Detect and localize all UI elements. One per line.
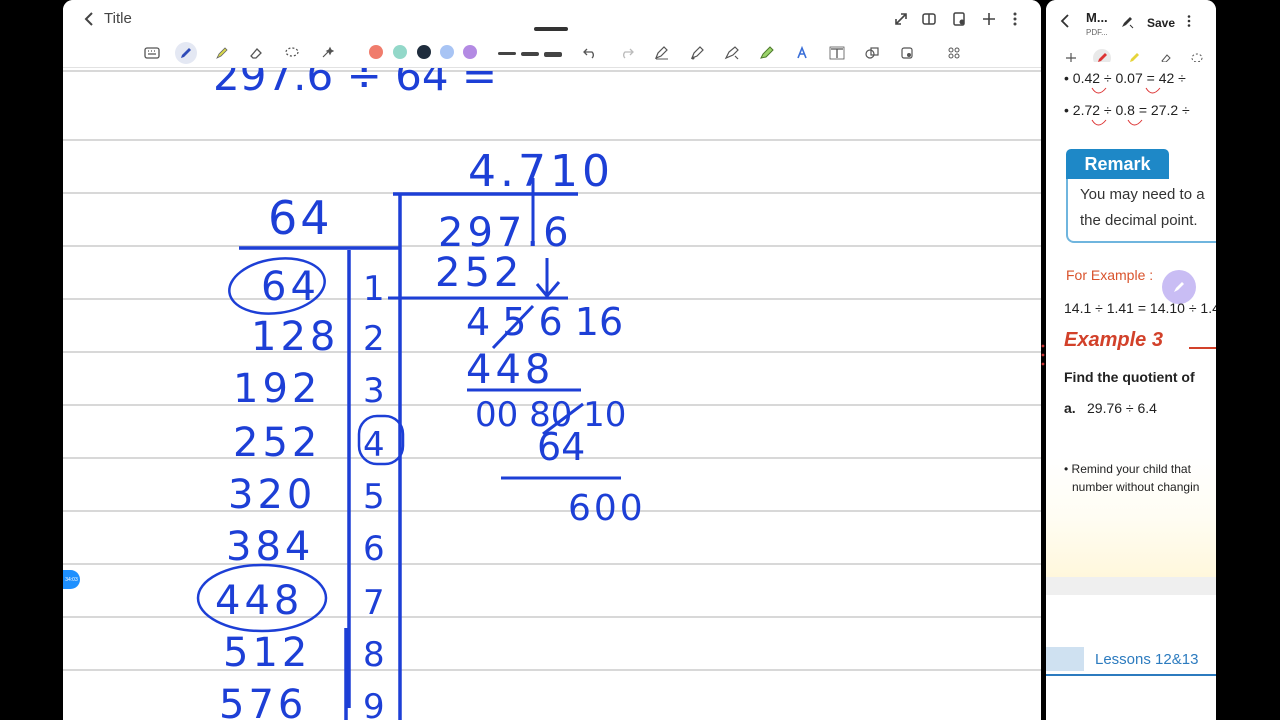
notes-window: Title 297.6 ÷ 64 = 4.710 64 297.6 252 4 …: [63, 0, 1041, 720]
ink-multiplier-7: 7: [363, 583, 385, 623]
ink-step-1: 252: [435, 250, 523, 296]
lessons-block: [1046, 647, 1084, 671]
handwriting-layer: 297.6 ÷ 64 = 4.710 64 297.6 252 4 5 6 16: [196, 68, 646, 720]
window-drag-handle[interactable]: [534, 27, 568, 31]
note-title[interactable]: Title: [104, 10, 132, 27]
remind-line-2: number without changin: [1072, 480, 1200, 494]
screen: Title 297.6 ÷ 64 = 4.710 64 297.6 252 4 …: [0, 0, 1280, 720]
remark-line-1: You may need to a: [1080, 186, 1205, 203]
ink-step-2: 4 5 6 16: [466, 300, 623, 344]
part-a-label: a.: [1064, 400, 1076, 416]
ink-divisor: 64: [268, 191, 333, 245]
note-canvas[interactable]: 297.6 ÷ 64 = 4.710 64 297.6 252 4 5 6 16: [63, 68, 1041, 720]
ink-multiples-table: 64 1128 2192 3252 4320 5384 6448 7512 8576 9: [215, 264, 385, 720]
pdf-page[interactable]: • 0.42 ÷ 0.07 = 42 ÷ • 2.72 ÷ 0.8 = 27.2…: [1046, 62, 1216, 720]
pdf-decimal-arrows: [1091, 87, 1161, 126]
remark-line-2: the decimal point.: [1080, 212, 1198, 229]
expand-icon[interactable]: [891, 9, 911, 29]
floating-pen-icon[interactable]: [1162, 270, 1196, 304]
image-insert-icon[interactable]: [896, 42, 918, 64]
notes-title-bar: Title: [63, 0, 1041, 38]
find-quotient-text: Find the quotient of: [1064, 369, 1195, 385]
undo-icon[interactable]: [579, 42, 601, 64]
lessons-label: Lessons 12&13: [1095, 651, 1199, 668]
pdf-subtitle: PDF...: [1086, 28, 1108, 37]
ink-multiplier-9: 9: [363, 687, 385, 720]
remark-tag: Remark: [1066, 149, 1169, 179]
ink-multiplier-5: 5: [363, 477, 385, 517]
ink-multiple-6: 384: [226, 524, 314, 570]
for-example-label: For Example :: [1066, 267, 1154, 283]
book-view-icon[interactable]: [919, 9, 939, 29]
ink-multiple-8: 512: [223, 630, 311, 676]
stroke-thin[interactable]: [498, 52, 516, 55]
stroke-thick[interactable]: [544, 52, 562, 57]
example-heading: Example 3: [1064, 329, 1163, 351]
ink-quotient: 4.710: [468, 146, 614, 197]
ink-equation: 297.6 ÷ 64 =: [213, 68, 497, 100]
drawing-toolbar: [63, 38, 1041, 68]
calligraphy-pen-icon[interactable]: [721, 42, 743, 64]
redo-icon[interactable]: [616, 42, 638, 64]
green-highlighter-icon[interactable]: [756, 42, 778, 64]
shape-pen-icon[interactable]: [686, 42, 708, 64]
keyboard-icon[interactable]: [141, 42, 163, 64]
pen-annotate-icon[interactable]: [1120, 15, 1134, 32]
ink-multiple-4: 252: [233, 420, 321, 466]
lessons-rule: [1046, 674, 1216, 676]
ink-step-3: 448: [466, 347, 554, 393]
eraser-icon[interactable]: [245, 42, 267, 64]
back-arrow-icon[interactable]: [79, 8, 99, 30]
ink-multiple-2: 128: [251, 314, 339, 360]
stroke-medium[interactable]: [521, 52, 539, 56]
pen-settings-icon[interactable]: [651, 42, 673, 64]
magic-icon[interactable]: [316, 42, 338, 64]
part-a-problem: 29.76 ÷ 6.4: [1087, 400, 1157, 416]
ink-multiplier-3: 3: [363, 371, 385, 411]
color-swatch-purple[interactable]: [463, 45, 477, 59]
ink-step-5: 64: [537, 425, 585, 469]
save-button[interactable]: Save: [1147, 16, 1175, 30]
color-swatch-navy[interactable]: [417, 45, 431, 59]
highlighter-icon[interactable]: [211, 42, 233, 64]
lasso-icon[interactable]: [281, 42, 303, 64]
ink-multiple-7: 448: [215, 578, 303, 624]
ink-multiplier-2: 2: [363, 319, 385, 359]
apps-grid-icon[interactable]: [943, 42, 965, 64]
ink-multiplier-6: 6: [363, 529, 385, 569]
color-swatch-coral[interactable]: [369, 45, 383, 59]
pdf-header: M... PDF... Save: [1046, 0, 1216, 46]
pdf-title[interactable]: M...: [1086, 10, 1108, 25]
pen-icon[interactable]: [175, 42, 197, 64]
text-style-icon[interactable]: [791, 42, 813, 64]
back-arrow-icon[interactable]: [1060, 14, 1070, 33]
text-box-icon[interactable]: [826, 42, 848, 64]
more-options-icon[interactable]: [1186, 14, 1192, 31]
pdf-example-equation: 14.1 ÷ 1.41 = 14.10 ÷ 1.4: [1064, 300, 1216, 316]
color-swatch-mint[interactable]: [393, 45, 407, 59]
ink-multiple-3: 192: [233, 366, 321, 412]
ink-multiple-5: 320: [228, 472, 316, 518]
heading-rule: [1189, 347, 1216, 349]
ink-multiplier-8: 8: [363, 635, 385, 675]
ink-remainder: 600: [568, 488, 646, 529]
remind-line-1: • Remind your child that: [1064, 462, 1191, 476]
color-swatch-light-blue[interactable]: [440, 45, 454, 59]
pdf-side-panel: M... PDF... Save • 0.42 ÷ 0.07 = 42 ÷ • …: [1046, 0, 1216, 720]
add-icon[interactable]: [979, 9, 999, 29]
page-settings-icon[interactable]: [949, 9, 969, 29]
shapes-icon[interactable]: [861, 42, 883, 64]
ink-multiplier-1: 1: [363, 269, 385, 309]
page-gap: [1046, 577, 1216, 595]
more-options-icon[interactable]: [1005, 9, 1025, 29]
ink-multiple-9: 576: [219, 682, 307, 720]
lessons-footer: Lessons 12&13: [1046, 647, 1216, 676]
split-view-divider[interactable]: [1041, 340, 1045, 370]
